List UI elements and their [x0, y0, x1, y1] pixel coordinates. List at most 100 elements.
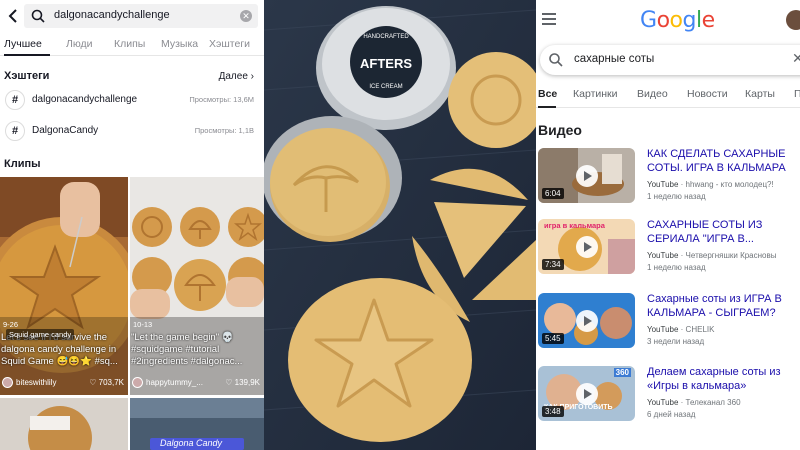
clip-username[interactable]: biteswithlily	[16, 378, 56, 387]
clip-card[interactable]	[0, 398, 128, 450]
video-title[interactable]: КАК СДЕЛАТЬ САХАРНЫЕ СОТЫ. ИГРА В КАЛЬМА…	[647, 148, 799, 175]
play-icon	[576, 236, 598, 258]
clip-likes: ♡ 139,9K	[225, 378, 260, 387]
tab-people[interactable]: Люди	[66, 38, 93, 50]
tab-music[interactable]: Музыка	[161, 38, 198, 50]
hashtag-icon: #	[5, 90, 25, 110]
back-arrow-icon[interactable]	[4, 6, 24, 26]
video-title[interactable]: Делаем сахарные соты из «Игры в кальмара…	[647, 366, 799, 393]
hashtag-row[interactable]: # dalgonacandychallenge Просмотры: 13,6M	[0, 87, 264, 115]
clip-likes: ♡ 703,7K	[89, 378, 124, 387]
clip-card[interactable]: Dalgona Candy	[130, 398, 264, 450]
tiktok-search-bar-row: dalgonacandychallenge ✕	[0, 0, 264, 32]
clips-heading: Клипы	[4, 158, 41, 170]
play-icon	[576, 165, 598, 187]
avatar	[132, 377, 143, 388]
hashtag-name: DalgonaCandy	[32, 125, 99, 136]
video-thumbnail[interactable]: 5:45	[538, 293, 635, 348]
dalgona-candy-photo: HANDCRAFTED AFTERS ICE CREAM	[264, 0, 536, 450]
clip-footer: biteswithlily ♡ 703,7K	[0, 375, 128, 391]
video-source: YouTube · hhwang - кто молодец?!	[647, 180, 774, 189]
tin-lid-bottom-text: ICE CREAM	[369, 84, 402, 90]
tiktok-tabs: Лучшее Люди Клипы Музыка Хэштеги	[0, 34, 264, 56]
tin-lid-top-text: HANDCRAFTED	[363, 34, 409, 40]
video-result[interactable]: 5:45 Сахарные соты из ИГРА В КАЛЬМАРА - …	[536, 293, 800, 357]
clip-thumbnail	[0, 398, 128, 450]
google-search-query: сахарные соты	[574, 53, 655, 65]
account-avatar[interactable]	[786, 10, 800, 30]
dalgona-photo: HANDCRAFTED AFTERS ICE CREAM	[264, 0, 536, 450]
google-search-input[interactable]: сахарные соты ✕	[540, 45, 800, 75]
videos-heading: Видео	[538, 122, 582, 138]
hashtag-views: Просмотры: 1,1B	[194, 126, 254, 135]
tab-hashtags[interactable]: Хэштеги	[209, 38, 250, 50]
video-thumbnail[interactable]: 6:04	[538, 148, 635, 203]
clear-icon[interactable]: ✕	[240, 10, 252, 22]
clip-caption: "Let the game begin" 💀 #squidgame #tutor…	[131, 332, 243, 367]
google-tabs: Все Картинки Видео Новости Карты П	[536, 86, 800, 108]
tab-clips[interactable]: Клипы	[114, 38, 145, 50]
tab-video[interactable]: Видео	[637, 88, 668, 100]
channel-badge: 360	[613, 368, 631, 377]
clip-card[interactable]: 9-26 Let's see if I'd survive the dalgon…	[0, 177, 128, 395]
video-title[interactable]: САХАРНЫЕ СОТЫ ИЗ СЕРИАЛА "ИГРА В...	[647, 219, 799, 246]
search-input[interactable]: dalgonacandychallenge ✕	[24, 4, 258, 28]
clip-overlay-text: Dalgona Candy	[160, 438, 223, 448]
play-icon	[576, 310, 598, 332]
clip-footer: happytummy_... ♡ 139,9K	[130, 375, 264, 391]
tin-lid-brand: AFTERS	[360, 56, 412, 71]
hashtag-views: Просмотры: 13,6M	[189, 95, 254, 104]
menu-icon[interactable]	[542, 13, 556, 25]
clip-sticker-label: Squid game candy	[6, 329, 75, 340]
video-result[interactable]: игра в кальмара 7:34 САХАРНЫЕ СОТЫ ИЗ СЕ…	[536, 219, 800, 283]
video-title[interactable]: Сахарные соты из ИГРА В КАЛЬМАРА - СЫГРА…	[647, 293, 799, 320]
tab-images[interactable]: Картинки	[573, 88, 618, 100]
thumbnail-overlay-text: игра в кальмара	[544, 221, 605, 230]
search-icon	[31, 9, 45, 23]
video-age: 3 недели назад	[647, 337, 705, 346]
logo-letter: o	[669, 8, 683, 33]
video-duration: 6:04	[542, 188, 564, 199]
clip-date: 9-26	[3, 320, 19, 329]
logo-letter: g	[682, 8, 697, 33]
logo-letter: e	[701, 8, 716, 33]
video-duration: 7:34	[542, 259, 564, 270]
video-source: YouTube · Телеканал 360	[647, 398, 741, 407]
active-tab-indicator	[4, 54, 50, 56]
video-thumbnail[interactable]: игра в кальмара 7:34	[538, 219, 635, 274]
video-age: 6 дней назад	[647, 410, 696, 419]
clip-card[interactable]: 10-13 "Let the game begin" 💀 #squidgame …	[130, 177, 264, 395]
video-result[interactable]: 360 КАК ПРИГОТОВИТЬ 3:48 Делаем сахарные…	[536, 366, 800, 430]
video-thumbnail[interactable]: 360 КАК ПРИГОТОВИТЬ 3:48	[538, 366, 635, 421]
tab-best[interactable]: Лучшее	[4, 38, 42, 50]
tab-maps[interactable]: Карты	[745, 88, 775, 100]
video-duration: 5:45	[542, 333, 564, 344]
tab-news[interactable]: Новости	[687, 88, 728, 100]
video-duration: 3:48	[542, 406, 564, 417]
hashtag-icon: #	[5, 121, 25, 141]
hashtags-heading: Хэштеги	[4, 70, 50, 82]
clear-icon[interactable]: ✕	[792, 50, 800, 67]
more-link[interactable]: Далее ›	[219, 71, 254, 82]
hashtag-name: dalgonacandychallenge	[32, 94, 138, 105]
clip-date: 10-13	[133, 320, 153, 329]
video-source: YouTube · Четвергняшки Красновы	[647, 251, 777, 260]
clip-username[interactable]: happytummy_...	[146, 378, 203, 387]
play-icon	[576, 383, 598, 405]
logo-letter: G	[640, 8, 657, 33]
google-logo[interactable]: Google	[640, 8, 715, 33]
tiktok-panel: dalgonacandychallenge ✕ Лучшее Люди Клип…	[0, 0, 264, 450]
avatar	[2, 377, 13, 388]
active-tab-indicator	[538, 106, 556, 108]
search-query: dalgonacandychallenge	[54, 9, 170, 21]
logo-letter: o	[656, 8, 670, 33]
tab-more[interactable]: П	[794, 88, 800, 100]
video-result[interactable]: 6:04 КАК СДЕЛАТЬ САХАРНЫЕ СОТЫ. ИГРА В К…	[536, 148, 800, 212]
video-source: YouTube · CHELIK	[647, 325, 715, 334]
google-panel: Google сахарные соты ✕ Все Картинки Виде…	[536, 0, 800, 450]
hashtag-row[interactable]: # DalgonaCandy Просмотры: 1,1B	[0, 118, 264, 146]
video-age: 1 неделю назад	[647, 263, 706, 272]
search-icon	[549, 53, 563, 67]
video-age: 1 неделю назад	[647, 192, 706, 201]
tab-all[interactable]: Все	[538, 88, 557, 100]
